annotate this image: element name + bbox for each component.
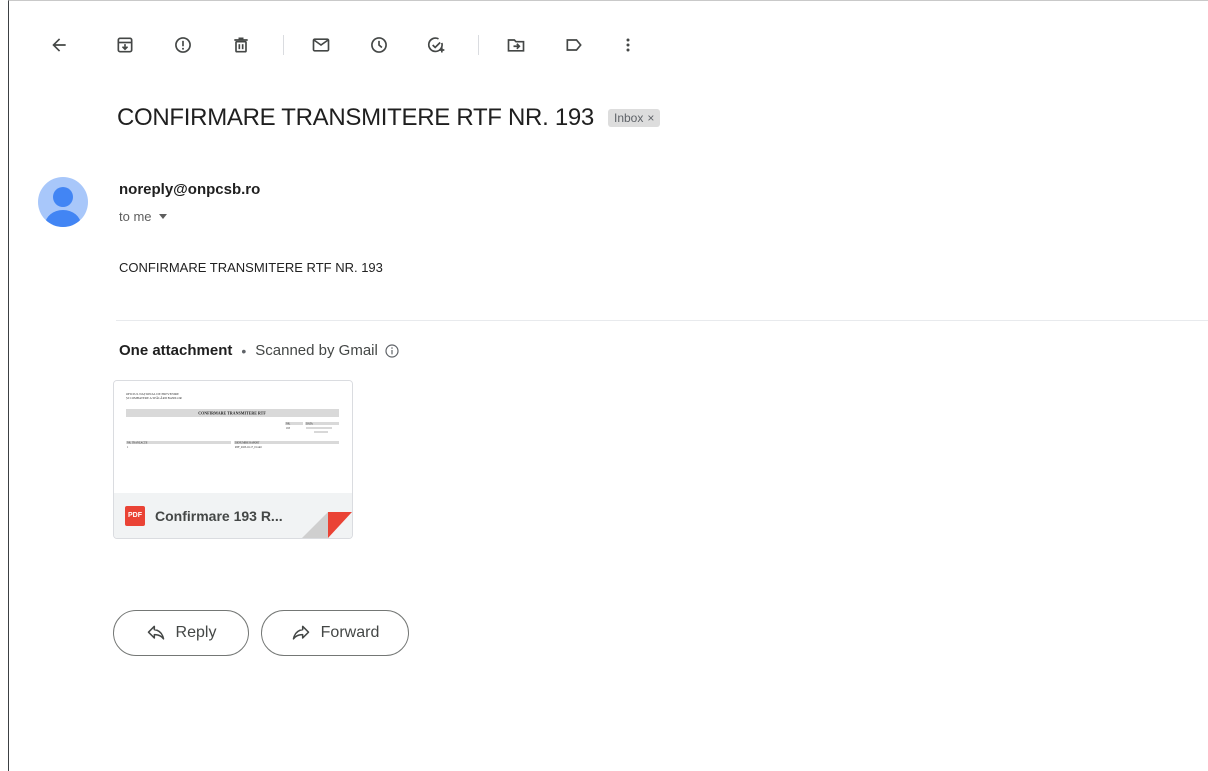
report-spam-icon[interactable]: [165, 27, 201, 63]
more-vert-icon[interactable]: [610, 27, 646, 63]
svg-text:1: 1: [127, 446, 129, 449]
inbox-label-chip[interactable]: Inbox ×: [607, 109, 661, 127]
toolbar-divider: [283, 35, 284, 55]
recipient-text: to me: [119, 209, 152, 224]
attachments-divider: [116, 320, 1208, 321]
svg-text:NR.: NR.: [286, 423, 291, 426]
avatar-body-shape: [45, 210, 81, 227]
chevron-down-icon: [158, 214, 167, 219]
email-subject: CONFIRMARE TRANSMITERE RTF NR. 193: [117, 104, 594, 131]
svg-text:ȘI COMBATERE A SPĂLĂRII BANILO: ȘI COMBATERE A SPĂLĂRII BANILOR: [126, 395, 183, 400]
label-name: Inbox: [613, 111, 644, 125]
attachment-count: One attachment: [119, 342, 233, 359]
email-body: CONFIRMARE TRANSMITERE RTF NR. 193: [119, 260, 383, 275]
mark-unread-icon[interactable]: [303, 27, 339, 63]
forward-icon: [292, 625, 309, 640]
attachment-filename: Confirmare 193 R...: [155, 507, 283, 524]
toolbar: [9, 27, 1208, 63]
recipient-details-toggle[interactable]: to me: [119, 209, 167, 224]
svg-text:193: 193: [286, 427, 291, 430]
page-fold-icon: [302, 512, 352, 538]
info-icon[interactable]: [384, 343, 400, 359]
back-arrow-icon[interactable]: [41, 27, 77, 63]
avatar-head-shape: [53, 187, 73, 207]
avatar[interactable]: [38, 177, 88, 227]
svg-text:DENUMIRE RAPORT: DENUMIRE RAPORT: [235, 442, 260, 445]
reply-button[interactable]: Reply: [113, 610, 249, 656]
snooze-icon[interactable]: [361, 27, 397, 63]
reply-icon: [147, 625, 164, 640]
pdf-file-icon: PDF: [125, 505, 145, 526]
email-view: CONFIRMARE TRANSMITERE RTF NR. 193 Inbox…: [8, 0, 1208, 771]
separator-dot: •: [241, 342, 247, 359]
attachments-header: One attachment • Scanned by Gmail: [119, 342, 400, 359]
reply-label: Reply: [175, 624, 217, 641]
label-icon[interactable]: [556, 27, 592, 63]
archive-icon[interactable]: [107, 27, 143, 63]
remove-label-icon[interactable]: ×: [647, 111, 654, 125]
subject-row: CONFIRMARE TRANSMITERE RTF NR. 193 Inbox…: [117, 104, 661, 132]
toolbar-divider: [478, 35, 479, 55]
pdf-page-thumbnail: OFICIUL NAȚIONAL DE PREVENIRE ȘI COMBATE…: [126, 392, 339, 449]
sender-email[interactable]: noreply@onpcsb.ro: [119, 181, 260, 198]
forward-button[interactable]: Forward: [261, 610, 409, 656]
delete-icon[interactable]: [223, 27, 259, 63]
add-task-icon[interactable]: [418, 27, 454, 63]
svg-text:NR. TRANZACȚII: NR. TRANZACȚII: [127, 442, 148, 445]
svg-text:RTF_2023-10-17_01.xml: RTF_2023-10-17_01.xml: [235, 446, 262, 449]
attachment-card[interactable]: OFICIUL NAȚIONAL DE PREVENIRE ȘI COMBATE…: [113, 380, 353, 539]
forward-label: Forward: [320, 624, 380, 641]
svg-text:DATA: DATA: [306, 423, 313, 426]
attachment-preview: OFICIUL NAȚIONAL DE PREVENIRE ȘI COMBATE…: [114, 381, 352, 493]
svg-text:CONFIRMARE TRANSMITERE RTF: CONFIRMARE TRANSMITERE RTF: [198, 411, 266, 416]
move-to-icon[interactable]: [498, 27, 534, 63]
scanned-by-gmail-text: Scanned by Gmail: [255, 342, 378, 359]
